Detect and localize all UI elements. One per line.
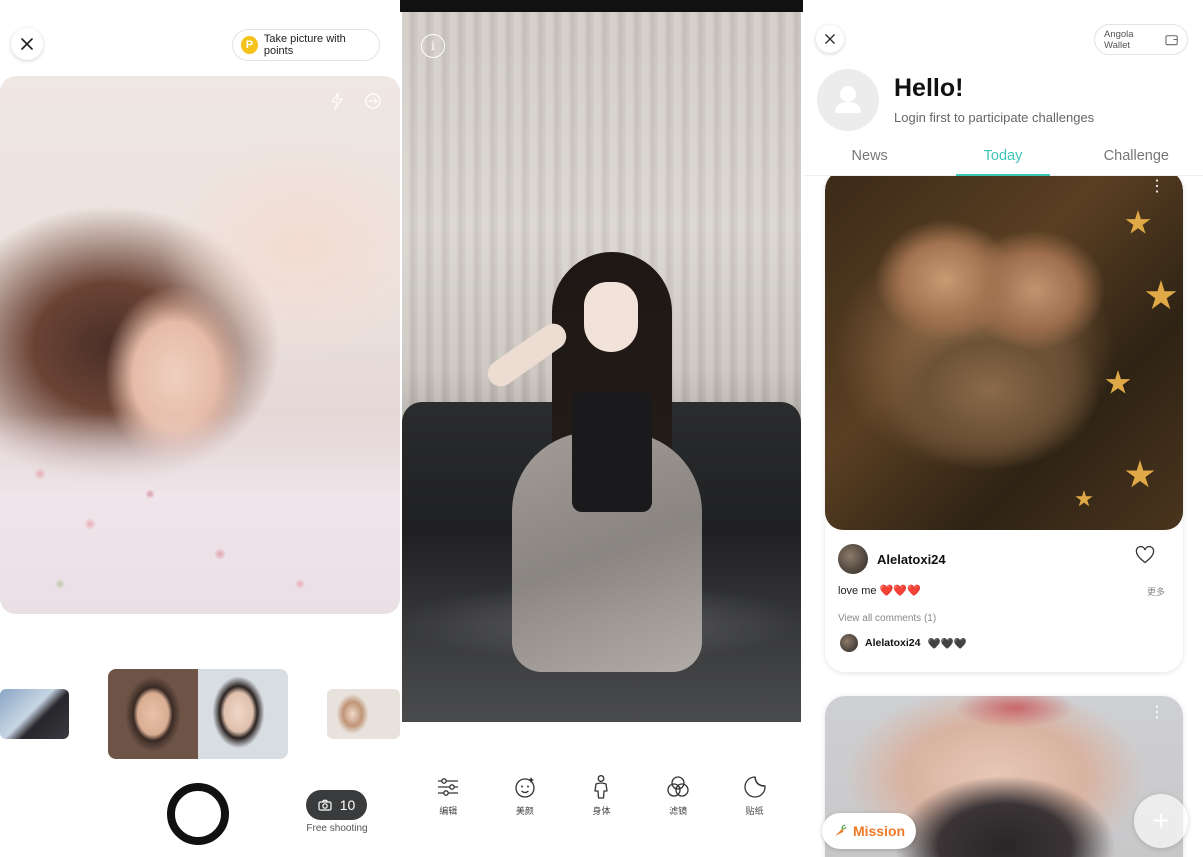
points-coin-icon: P [241, 36, 258, 54]
edited-photo [402, 12, 801, 722]
leaf-shape [1125, 210, 1151, 234]
body-icon [594, 775, 609, 799]
tool-adjust-label: 编辑 [439, 806, 458, 816]
tool-adjust[interactable]: 编辑 [413, 740, 483, 857]
author-avatar[interactable] [838, 544, 868, 574]
tab-today[interactable]: Today [936, 138, 1069, 176]
post-card[interactable]: ⋮ Alelatoxi24 love me ❤️❤️❤️ 更多 View all… [825, 176, 1183, 672]
sticker-icon [744, 776, 766, 798]
mission-label: Mission [852, 823, 906, 839]
figure-face-shape [584, 282, 638, 352]
close-icon [21, 38, 33, 50]
comment-text: 🖤🖤🖤 [927, 637, 967, 650]
social-screen: Angola Wallet Hello! Login first to part… [803, 0, 1203, 857]
camera-preview-image [0, 76, 400, 614]
comment-item: Alelatoxi24 🖤🖤🖤 [840, 634, 967, 652]
shutter-button[interactable] [167, 783, 229, 845]
tool-body[interactable]: 身体 [566, 740, 636, 857]
thumbnail-after-half [198, 669, 288, 759]
editor-screen: i 编辑 美颜 身体 滤镜 贴纸 [400, 0, 803, 857]
tab-news[interactable]: News [803, 138, 936, 175]
commenter-avatar[interactable] [840, 634, 858, 652]
info-icon[interactable]: i [421, 34, 445, 58]
feed-list[interactable]: ⋮ Alelatoxi24 love me ❤️❤️❤️ 更多 View all… [803, 176, 1203, 857]
avatar[interactable] [817, 69, 879, 131]
feed-tabs: News Today Challenge [803, 138, 1203, 176]
filter-thumbnail-left[interactable] [0, 689, 69, 739]
thumbnail-before-half [108, 669, 198, 759]
tool-beauty-label: 美颜 [515, 806, 534, 816]
tool-beauty[interactable]: 美颜 [490, 740, 560, 857]
filter-thumbnail-selected[interactable] [108, 669, 288, 759]
points-button-label: Take picture with points [263, 33, 346, 57]
tab-challenge[interactable]: Challenge [1070, 138, 1203, 175]
editor-toolbar: 编辑 美颜 身体 滤镜 贴纸 [400, 740, 803, 857]
beauty-face-icon [515, 777, 535, 798]
filter-icon [667, 776, 689, 797]
commenter-username[interactable]: Alelatoxi24 [865, 637, 920, 649]
mission-button[interactable]: Mission [822, 813, 916, 849]
take-picture-with-points-button[interactable]: P Take picture with points [232, 29, 380, 61]
more-options-icon[interactable]: ⋮ [1149, 705, 1165, 721]
leaf-shape [1145, 280, 1177, 310]
blanket-pattern [0, 414, 400, 614]
heart-icon [1135, 545, 1155, 564]
status-bar [400, 0, 803, 12]
more-options-icon[interactable]: ⋮ [1149, 179, 1165, 195]
post-image[interactable]: ⋮ [825, 176, 1183, 530]
post-author[interactable]: Alelatoxi24 [838, 544, 946, 574]
camera-icon [318, 799, 332, 811]
free-shooting-label: Free shooting [306, 823, 368, 834]
carrot-icon [834, 824, 847, 836]
filter-thumbnail-right[interactable] [327, 689, 400, 739]
leaf-shape [1105, 370, 1131, 394]
create-post-button[interactable]: + [1134, 794, 1188, 848]
greeting-subtitle[interactable]: Login first to participate challenges [894, 110, 1094, 125]
post-caption: love me ❤️❤️❤️ [838, 585, 921, 597]
tool-filter-label: 滤镜 [669, 806, 688, 816]
more-link[interactable]: 更多 [1147, 585, 1165, 598]
tool-sticker-label: 贴纸 [745, 806, 764, 816]
tool-body-label: 身体 [592, 806, 611, 816]
close-button[interactable] [11, 28, 43, 60]
adjust-icon [438, 778, 459, 796]
leaf-shape [1075, 490, 1093, 507]
wallet-button[interactable]: Angola Wallet [1094, 24, 1188, 55]
flash-icon[interactable] [326, 90, 348, 112]
camera-screen: P Take picture with points 10 Free shoot… [0, 0, 400, 857]
wallet-icon [1165, 34, 1178, 45]
user-placeholder-icon [835, 86, 861, 113]
wallet-label: Angola Wallet [1104, 28, 1134, 51]
author-username[interactable]: Alelatoxi24 [877, 552, 946, 567]
figure-body-shape [572, 392, 652, 512]
close-icon [825, 34, 835, 44]
free-shots-counter[interactable]: 10 [306, 790, 367, 820]
leaf-shape [1125, 460, 1155, 488]
tool-sticker[interactable]: 贴纸 [720, 740, 790, 857]
close-button[interactable] [816, 25, 844, 53]
free-shots-value: 10 [339, 797, 356, 813]
like-button[interactable] [1135, 545, 1155, 569]
tool-filter[interactable]: 滤镜 [643, 740, 713, 857]
view-all-comments-link[interactable]: View all comments (1) [838, 613, 936, 624]
greeting-title: Hello! [894, 74, 964, 102]
preview-top-icons [326, 90, 384, 112]
switch-camera-icon[interactable] [362, 90, 384, 112]
